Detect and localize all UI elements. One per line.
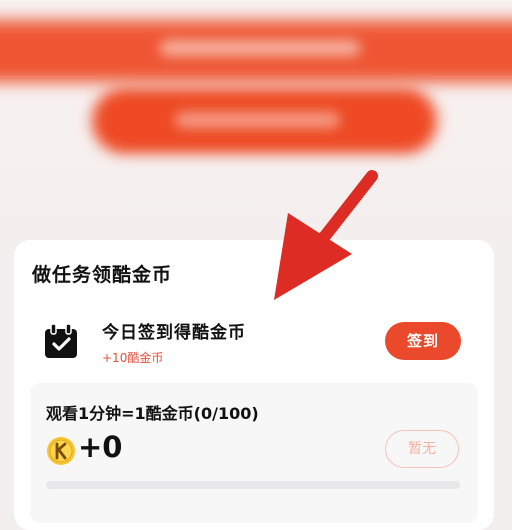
claim-button-disabled[interactable]: 暂无: [385, 430, 459, 468]
calendar-check-icon: [45, 323, 77, 358]
watch-task-title: 观看1分钟=1酷金币(0/100): [46, 404, 259, 423]
kugou-coin-icon: [47, 437, 75, 465]
signin-button[interactable]: 签到: [385, 322, 461, 360]
blurred-header-background: [0, 0, 512, 250]
watch-progress-bar: [46, 481, 460, 489]
coin-earned-value: +0: [78, 430, 123, 464]
blurred-pill-text: [175, 112, 340, 128]
blurred-banner-text: [160, 40, 360, 56]
background-fade: [0, 150, 512, 250]
card-title: 做任务领酷金币: [32, 264, 173, 286]
signin-task-reward: +10酷金币: [102, 351, 164, 365]
signin-task-title: 今日签到得酷金币: [102, 323, 246, 343]
